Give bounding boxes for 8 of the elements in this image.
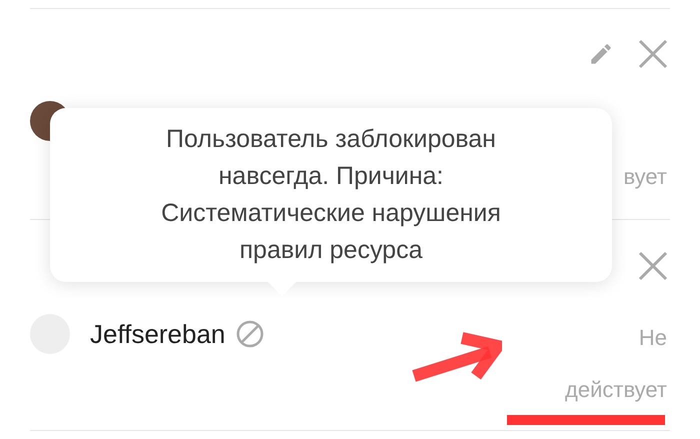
status-text: действует	[565, 376, 667, 404]
status-text: вует	[623, 163, 667, 191]
close-icon[interactable]	[638, 39, 668, 69]
close-icon[interactable]	[638, 251, 668, 281]
blocked-icon[interactable]	[235, 319, 266, 349]
username[interactable]: Jeffsereban	[90, 312, 226, 356]
tooltip-text: Пользователь заблокирован навсегда. Причина: Систематические нарушения правил ресурса	[160, 124, 502, 266]
status-text: Не	[638, 324, 667, 352]
